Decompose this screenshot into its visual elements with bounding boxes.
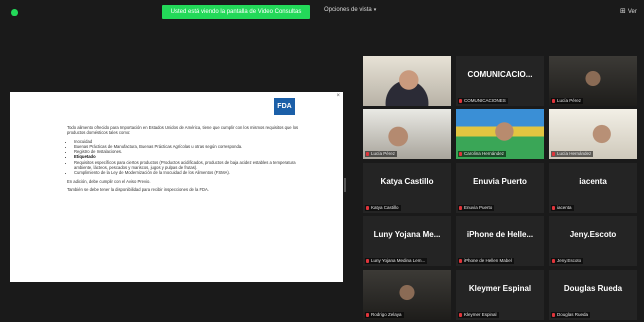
participant-name-label: Luny Yojana Medina Lem...	[365, 258, 428, 264]
muted-mic-icon	[459, 151, 462, 156]
encryption-shield-icon[interactable]	[11, 9, 18, 16]
shared-screen[interactable]: × FDA Todo alimento ofrecido para Import…	[10, 92, 343, 282]
participant-name-text: Katya Castillo	[371, 205, 399, 210]
participant-tile[interactable]: COMUNICACIO... COMUNICACIONES	[456, 56, 544, 106]
participant-tile[interactable]: Lucía Hernández	[549, 109, 637, 159]
slide-text: Todo alimento ofrecido para Importación …	[67, 125, 299, 195]
muted-mic-icon	[459, 258, 462, 263]
participant-display-name: Jeny.Escoto	[569, 230, 617, 239]
participant-name-text: Lucía Pérez	[557, 98, 582, 103]
participant-name-text: Enuvia Puerto	[464, 205, 493, 210]
participant-name-text: Lucía Hernández	[557, 151, 592, 156]
participant-tile[interactable]: Carolina Hernández	[456, 109, 544, 159]
muted-mic-icon	[366, 258, 369, 263]
participant-tile[interactable]: Rodrigo Zelaya	[363, 270, 451, 320]
participant-name-text: Carolina Hernández	[464, 151, 505, 156]
muted-mic-icon	[552, 151, 555, 156]
participant-name-label: Rodrigo Zelaya	[365, 312, 404, 318]
slide-closing-line: También se debe tener la disponibilidad …	[67, 186, 209, 192]
participant-tile[interactable]	[363, 56, 451, 106]
participant-tile[interactable]: Lucía Pérez	[363, 109, 451, 159]
view-button[interactable]: ⊞ Ver	[620, 7, 637, 15]
participant-name-text: Luny Yojana Medina Lem...	[371, 258, 426, 263]
close-icon[interactable]: ×	[336, 93, 340, 99]
participant-tile[interactable]: Jeny.Escoto Jeny.Escoto	[549, 216, 637, 266]
participant-name-text: Douglas Rueda	[557, 312, 589, 317]
view-options-menu[interactable]: Opciones de vista ▾	[324, 7, 376, 13]
slide-closing-line: En adición, debe cumplir con el Aviso Pr…	[67, 178, 151, 184]
participant-name-label: COMUNICACIONES	[458, 98, 508, 104]
participant-name-text: Jeny.Escoto	[557, 258, 582, 263]
slide-bullet: Requisitos específicos para ciertos prod…	[74, 160, 299, 171]
grid-view-icon: ⊞	[620, 8, 626, 15]
view-options-label: Opciones de vista	[324, 7, 372, 13]
participant-name-label: Lucía Pérez	[365, 151, 398, 157]
view-button-label: Ver	[627, 9, 637, 15]
participant-tile[interactable]: Luny Yojana Me... Luny Yojana Medina Lem.…	[363, 216, 451, 266]
participant-display-name: Katya Castillo	[380, 177, 434, 186]
participant-tile[interactable]: Lucía Pérez	[549, 56, 637, 106]
muted-mic-icon	[552, 312, 555, 317]
participant-video	[363, 56, 451, 106]
muted-mic-icon	[366, 312, 369, 317]
participant-display-name: Luny Yojana Me...	[373, 230, 441, 239]
participant-name-text: COMUNICACIONES	[464, 98, 506, 103]
participant-display-name: Douglas Rueda	[563, 284, 623, 293]
participant-display-name: COMUNICACIO...	[467, 70, 533, 79]
participant-name-label: Enuvia Puerto	[458, 205, 495, 211]
participant-tile[interactable]: Katya Castillo Katya Castillo	[363, 163, 451, 213]
slide-bullet: Cumplimiento de la Ley de Modernización …	[74, 170, 299, 175]
muted-mic-icon	[459, 205, 462, 210]
participant-name-text: iacenta	[557, 205, 572, 210]
participant-name-text: iPhone de Hellen Mabel	[464, 258, 512, 263]
slide-bullet-list: Inocuidad Buenas Prácticas de Manufactur…	[67, 139, 299, 176]
muted-mic-icon	[459, 312, 462, 317]
participant-display-name: iacenta	[579, 177, 607, 186]
participant-name-text: Kleymer Espinal	[464, 312, 497, 317]
muted-mic-icon	[552, 205, 555, 210]
muted-mic-icon	[552, 258, 555, 263]
participant-tile[interactable]: Kleymer Espinal Kleymer Espinal	[456, 270, 544, 320]
participant-name-label: Lucía Hernández	[551, 151, 594, 157]
muted-mic-icon	[366, 151, 369, 156]
participant-name-label: Lucía Pérez	[551, 98, 584, 104]
participant-name-label: iacenta	[551, 205, 574, 211]
participant-display-name: Kleymer Espinal	[468, 284, 532, 293]
participant-tile[interactable]: iPhone de Helle... iPhone de Hellen Mabel	[456, 216, 544, 266]
participant-name-label: Kleymer Espinal	[458, 312, 499, 318]
participant-name-text: Rodrigo Zelaya	[371, 312, 402, 317]
fda-logo: FDA	[274, 98, 295, 115]
muted-mic-icon	[552, 98, 555, 103]
split-divider-handle[interactable]	[344, 178, 346, 192]
chevron-down-icon: ▾	[373, 7, 377, 13]
participant-name-label: iPhone de Hellen Mabel	[458, 258, 514, 264]
participant-name-label: Douglas Rueda	[551, 312, 591, 318]
participant-display-name: Enuvia Puerto	[473, 177, 527, 186]
slide-intro: Todo alimento ofrecido para Importación …	[67, 125, 299, 136]
muted-mic-icon	[459, 98, 462, 103]
participant-tile[interactable]: iacenta iacenta	[549, 163, 637, 213]
participant-tile[interactable]: Enuvia Puerto Enuvia Puerto	[456, 163, 544, 213]
participant-display-name: iPhone de Helle...	[466, 230, 534, 239]
participant-name-label: Carolina Hernández	[458, 151, 507, 157]
participant-name-text: Lucía Pérez	[371, 151, 396, 156]
meeting-top-bar: Usted está viendo la pantalla de Video C…	[0, 0, 644, 22]
participant-name-label: Jeny.Escoto	[551, 258, 584, 264]
screen-share-banner[interactable]: Usted está viendo la pantalla de Video C…	[162, 5, 310, 19]
participant-tile[interactable]: Douglas Rueda Douglas Rueda	[549, 270, 637, 320]
participant-name-label: Katya Castillo	[365, 205, 401, 211]
muted-mic-icon	[366, 205, 369, 210]
